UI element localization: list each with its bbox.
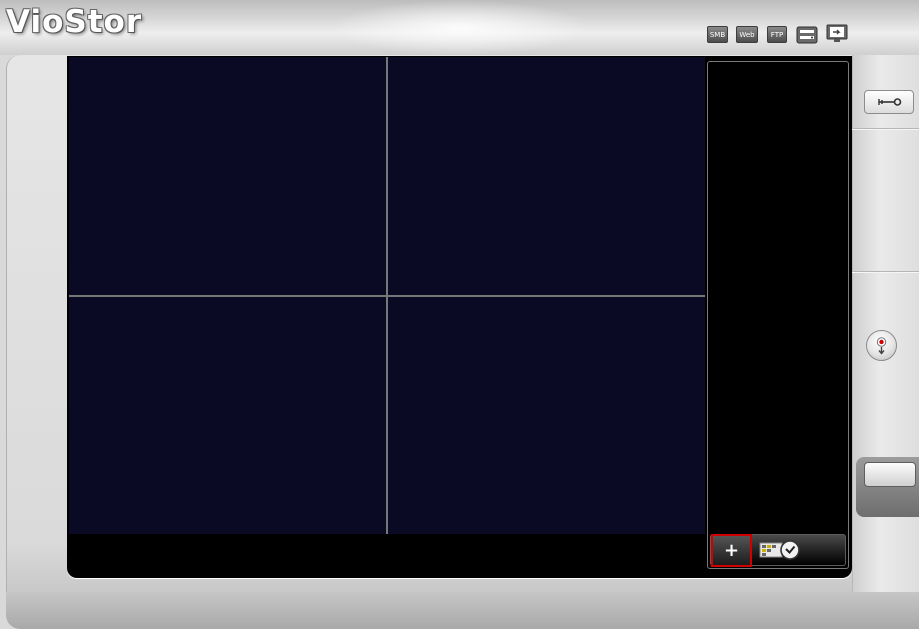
video-channel-1[interactable] xyxy=(69,57,386,295)
schedule-grid-clock-icon xyxy=(759,540,800,560)
camera-list-panel[interactable] xyxy=(707,61,849,569)
record-playback-icon xyxy=(876,337,887,355)
web-icon[interactable]: Web xyxy=(736,26,758,43)
bottom-bezel xyxy=(6,592,919,629)
video-grid xyxy=(69,57,705,534)
network-device-icon[interactable] xyxy=(796,26,818,44)
viostor-logo: VioStor xyxy=(6,4,143,40)
wrench-key-icon xyxy=(878,98,902,106)
video-channel-2[interactable] xyxy=(388,57,705,295)
video-channel-4[interactable] xyxy=(388,297,705,534)
add-camera-button[interactable]: + xyxy=(711,534,752,567)
video-channel-3[interactable] xyxy=(69,297,386,534)
panel-toggle-button[interactable] xyxy=(864,462,916,487)
ftp-icon[interactable]: FTP xyxy=(767,26,787,43)
smb-icon[interactable]: SMB xyxy=(707,26,728,43)
record-button[interactable] xyxy=(866,330,897,361)
monitor-export-icon[interactable] xyxy=(826,24,848,44)
schedule-button[interactable] xyxy=(758,537,804,563)
settings-button[interactable] xyxy=(864,90,914,114)
